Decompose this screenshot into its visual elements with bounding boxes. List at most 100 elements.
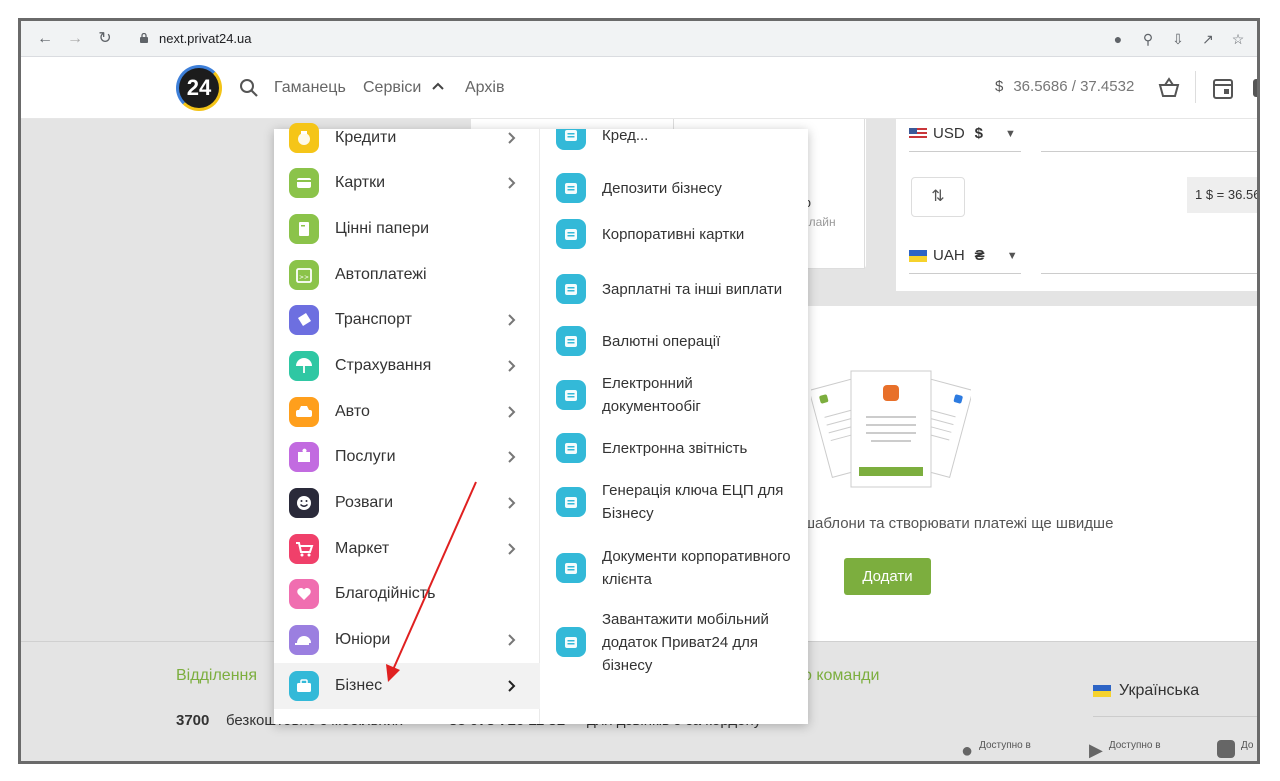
business-item-3[interactable]: Корпоративні картки <box>541 211 808 257</box>
share-icon[interactable]: ↗ <box>1199 30 1217 48</box>
business-item-7[interactable]: Електронна звітність <box>541 429 808 467</box>
back-icon[interactable]: ← <box>35 29 55 49</box>
services-item-label: Юніори <box>335 631 391 648</box>
services-item-5[interactable]: Транспорт <box>274 297 540 343</box>
business-item-label: Депозити бізнесу <box>602 179 722 197</box>
basket-icon[interactable] <box>1158 77 1180 99</box>
key-sign-icon <box>556 487 586 517</box>
heart-icon <box>289 579 319 609</box>
services-item-10[interactable]: Маркет <box>274 526 540 572</box>
location-blocked-icon[interactable]: ● <box>1109 30 1127 48</box>
profile-icon[interactable] <box>1253 79 1257 97</box>
business-item-2[interactable]: Депозити бізнесу <box>541 165 808 211</box>
card-icon <box>289 168 319 198</box>
services-item-label: Кредити <box>335 129 397 146</box>
business-item-label: Документи корпоративного клієнта <box>602 548 791 588</box>
add-template-button[interactable]: Додати <box>844 558 931 595</box>
chevron-right-icon <box>508 451 516 463</box>
lock-icon <box>140 33 148 43</box>
input-underline <box>909 273 1021 274</box>
app-store-badge[interactable]: ● Доступно в <box>961 740 1031 762</box>
business-item-4[interactable]: Зарплатні та інші виплати <box>541 257 808 321</box>
business-item-5[interactable]: Валютні операції <box>541 321 808 361</box>
apple-icon: ● <box>961 740 974 762</box>
business-item-label: Корпоративні картки <box>602 225 745 243</box>
app-store-label: Доступно в <box>979 740 1031 751</box>
conversion-rate: 1 $ = 36.56 <box>1187 177 1257 213</box>
services-item-4[interactable]: >> Автоплатежі <box>274 252 540 298</box>
chevron-up-icon[interactable] <box>431 81 445 91</box>
services-item-7[interactable]: Авто <box>274 389 540 435</box>
to-currency-select[interactable]: UAH ₴ ▼ <box>909 247 1018 264</box>
search-icon[interactable] <box>239 78 259 98</box>
forward-icon[interactable]: → <box>65 29 85 49</box>
chevron-right-icon <box>508 543 516 555</box>
business-item-label: Кред... <box>602 129 649 144</box>
services-item-3[interactable]: Цінні папери <box>274 206 540 252</box>
business-item-1[interactable]: Кред... <box>541 129 808 155</box>
language-select[interactable]: Українська ▼ <box>1093 682 1257 700</box>
templates-illustration <box>811 370 971 488</box>
services-item-13[interactable]: Бізнес <box>274 663 540 709</box>
footer-link-departments[interactable]: Відділення <box>176 667 257 685</box>
umbrella-icon <box>289 351 319 381</box>
business-item-8[interactable]: Генерація ключа ЕЦП для Бізнесу <box>541 467 808 537</box>
input-underline <box>909 151 1021 152</box>
address-bar[interactable] <box>128 26 1254 52</box>
calendar-icon[interactable] <box>1213 77 1233 99</box>
to-currency-symbol: ₴ <box>974 247 985 264</box>
play-icon: ▶ <box>1089 740 1103 760</box>
header-divider <box>1195 71 1196 103</box>
reload-icon[interactable]: ↻ <box>95 29 115 49</box>
services-item-9[interactable]: Розваги <box>274 480 540 526</box>
nav-archive[interactable]: Архів <box>465 79 504 97</box>
business-item-9[interactable]: Документи корпоративного клієнта <box>541 537 808 599</box>
services-item-11[interactable]: Благодійність <box>274 571 540 617</box>
business-item-10[interactable]: Завантажити мобільний додаток Приват24 д… <box>541 599 808 685</box>
puzzle-icon <box>289 442 319 472</box>
chevron-right-icon <box>508 680 516 692</box>
install-icon[interactable]: ⇩ <box>1169 30 1187 48</box>
dropdown-arrow-icon: ▼ <box>1006 249 1018 262</box>
from-currency-select[interactable]: USD $ ▼ <box>909 125 1016 142</box>
services-item-label: Страхування <box>335 357 432 374</box>
credit-icon <box>556 129 586 150</box>
business-subcategories: Кред... Депозити бізнесу Корпоративні карт… <box>541 129 808 724</box>
privat24-logo[interactable]: 24 <box>176 65 222 111</box>
business-item-6[interactable]: Електронний документообіг <box>541 361 808 429</box>
services-item-label: Цінні папери <box>335 220 430 237</box>
business-item-label: Електронна звітність <box>602 439 748 457</box>
services-item-8[interactable]: Послуги <box>274 434 540 480</box>
footer-link-team[interactable]: о команди <box>803 667 879 685</box>
services-item-6[interactable]: Страхування <box>274 343 540 389</box>
services-item-label: Картки <box>335 174 386 191</box>
key-icon[interactable]: ⚲ <box>1139 30 1157 48</box>
cards-icon <box>556 219 586 249</box>
moneybag-icon <box>289 123 319 153</box>
report-icon <box>556 433 586 463</box>
business-item-label: Електронний документообіг <box>602 375 701 415</box>
nav-wallet[interactable]: Гаманець <box>274 79 346 97</box>
services-item-2[interactable]: Картки <box>274 160 540 206</box>
bookmark-star-icon[interactable]: ☆ <box>1229 30 1247 48</box>
services-item-12[interactable]: Юніори <box>274 617 540 663</box>
input-underline <box>1093 716 1257 717</box>
services-item-1[interactable]: Кредити <box>274 115 540 161</box>
appgallery-icon <box>1217 740 1235 758</box>
document-icon <box>556 380 586 410</box>
templates-promo-text: шаблони та створювати платежі ще швидше <box>803 515 1114 532</box>
services-item-label: Бізнес <box>335 677 383 694</box>
huawei-badge[interactable]: До <box>1217 740 1253 758</box>
services-item-label: Маркет <box>335 540 390 557</box>
autopay-icon: >> <box>289 260 319 290</box>
footer-phone[interactable]: 3700 <box>176 712 209 729</box>
services-dropdown: Кредити Картки Цінні папери >> Автоплатежі Тр… <box>274 123 808 724</box>
car-icon <box>289 397 319 427</box>
nav-services[interactable]: Сервіси <box>363 79 421 97</box>
google-play-badge[interactable]: ▶ Доступно в <box>1089 740 1161 761</box>
url-text[interactable]: next.privat24.ua <box>159 31 252 46</box>
ticket-icon <box>289 305 319 335</box>
swap-currency-button[interactable]: ⇅ <box>911 177 965 217</box>
percent-bag-icon <box>556 173 586 203</box>
huawei-label: До <box>1241 740 1254 751</box>
